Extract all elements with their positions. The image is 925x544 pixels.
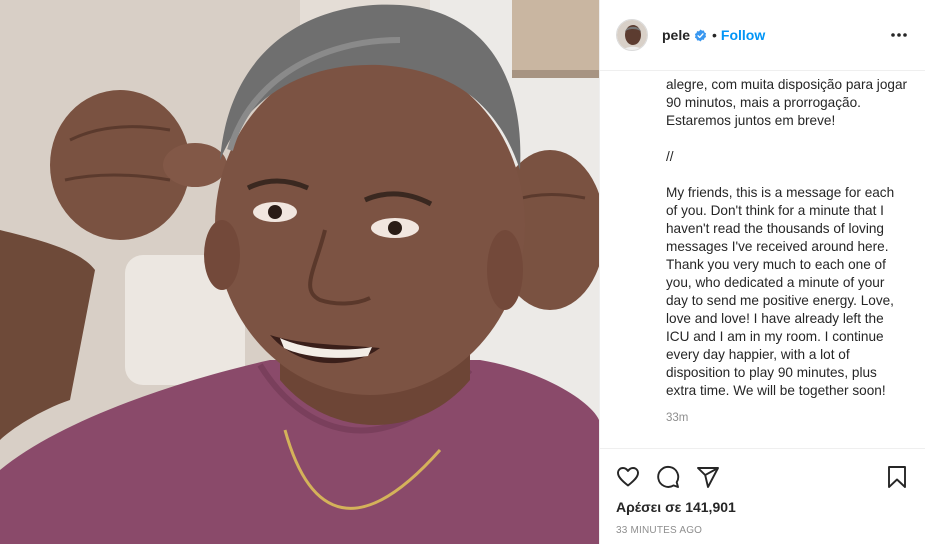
paper-plane-icon[interactable] xyxy=(696,465,720,489)
more-horizontal-icon[interactable] xyxy=(887,23,911,47)
verified-badge-icon xyxy=(694,29,707,42)
post-actions: Αρέσει σε 141,901 33 MINUTES AGO xyxy=(600,448,925,544)
avatar[interactable] xyxy=(616,19,648,51)
post-header: pele • Follow xyxy=(600,0,925,71)
caption-scroll-area[interactable]: feliz alegre, com muita disposição para … xyxy=(600,71,925,448)
post-photo[interactable] xyxy=(0,0,599,544)
instagram-post: pele • Follow feliz alegre, com muita di… xyxy=(0,0,925,544)
username-link[interactable]: pele xyxy=(662,27,690,43)
caption-timestamp: 33m xyxy=(666,412,689,424)
follow-button[interactable]: Follow xyxy=(721,27,765,43)
action-buttons-row xyxy=(616,457,909,497)
post-caption: feliz alegre, com muita disposição para … xyxy=(666,71,908,398)
header-separator: • xyxy=(712,27,717,43)
post-timestamp[interactable]: 33 MINUTES AGO xyxy=(616,525,909,536)
bookmark-icon[interactable] xyxy=(885,465,909,489)
comment-bubble-icon[interactable] xyxy=(656,465,680,489)
heart-icon[interactable] xyxy=(616,465,640,489)
post-side-panel: pele • Follow feliz alegre, com muita di… xyxy=(599,0,925,544)
likes-count[interactable]: Αρέσει σε 141,901 xyxy=(616,499,909,515)
post-photo-illustration xyxy=(0,0,599,544)
avatar-image xyxy=(617,20,647,50)
